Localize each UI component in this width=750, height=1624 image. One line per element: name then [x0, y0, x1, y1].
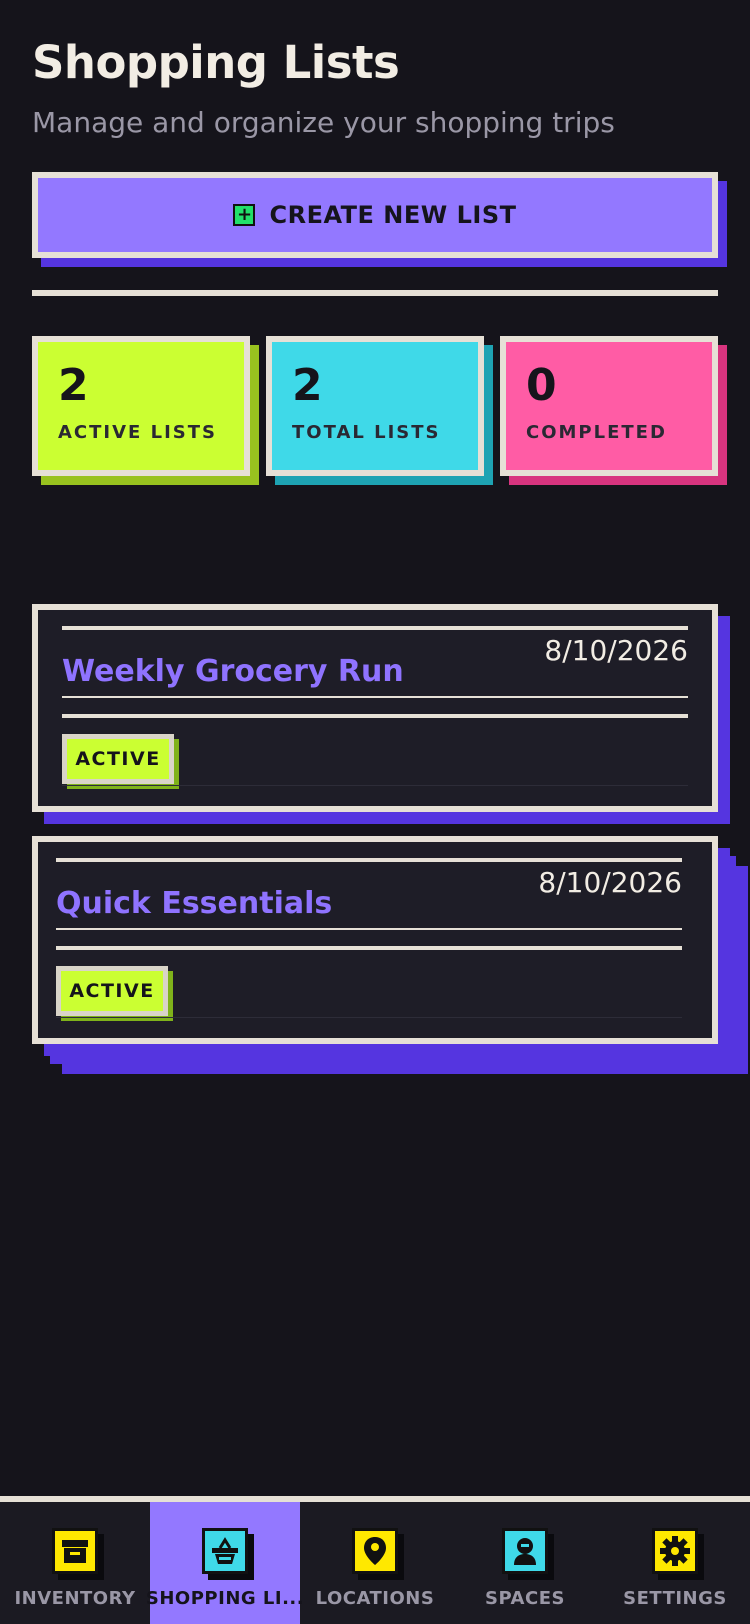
- nav-item-settings[interactable]: SETTINGS: [600, 1502, 750, 1624]
- stat-value: 2: [292, 360, 323, 411]
- stat-label: TOTAL LISTS: [292, 422, 441, 443]
- create-new-list-label: CREATE NEW LIST: [269, 201, 517, 229]
- card-rule: [56, 946, 682, 950]
- stat-value: 0: [526, 360, 557, 411]
- plus-square-icon: +: [233, 204, 256, 226]
- stat-label: ACTIVE LISTS: [58, 422, 217, 443]
- gear-icon: [652, 1528, 698, 1574]
- stat-label: COMPLETED: [526, 422, 667, 443]
- section-divider: [32, 290, 718, 296]
- nav-item-shopping-lists[interactable]: SHOPPING LI...: [146, 1502, 304, 1624]
- bottom-nav: INVENTORY SHOPPING LI... LOCATIONS SPACE…: [0, 1496, 750, 1624]
- page-title: Shopping Lists: [32, 36, 400, 89]
- basket-icon: [202, 1528, 248, 1574]
- nav-label: SPACES: [485, 1588, 565, 1609]
- card-rule: [56, 858, 682, 862]
- list-title: Weekly Grocery Run: [62, 654, 404, 689]
- status-badge: ACTIVE: [56, 966, 168, 1016]
- nav-item-locations[interactable]: LOCATIONS: [300, 1502, 450, 1624]
- nav-item-inventory[interactable]: INVENTORY: [0, 1502, 150, 1624]
- list-title: Quick Essentials: [56, 886, 333, 921]
- create-new-list-button[interactable]: + CREATE NEW LIST: [32, 172, 718, 258]
- archive-box-icon: [52, 1528, 98, 1574]
- nav-label: SETTINGS: [623, 1588, 727, 1609]
- stat-card-active-lists: 2 ACTIVE LISTS: [32, 336, 250, 476]
- card-rule: [56, 928, 682, 930]
- person-icon: [502, 1528, 548, 1574]
- nav-label: LOCATIONS: [315, 1588, 435, 1609]
- list-date: 8/10/2026: [544, 634, 688, 667]
- stat-card-total-lists: 2 TOTAL LISTS: [266, 336, 484, 476]
- nav-item-spaces[interactable]: SPACES: [450, 1502, 600, 1624]
- stat-card-completed: 0 COMPLETED: [500, 336, 718, 476]
- stat-value: 2: [58, 360, 89, 411]
- page-subtitle: Manage and organize your shopping trips: [32, 106, 615, 139]
- card-rule: [62, 785, 688, 786]
- card-rule: [62, 696, 688, 698]
- card-rule: [62, 714, 688, 718]
- card-rule: [62, 626, 688, 630]
- map-pin-icon: [352, 1528, 398, 1574]
- status-badge: ACTIVE: [62, 734, 174, 784]
- nav-label: INVENTORY: [14, 1588, 136, 1609]
- nav-label: SHOPPING LI...: [145, 1588, 305, 1609]
- list-card-quick-essentials[interactable]: Quick Essentials 8/10/2026 ACTIVE: [32, 836, 718, 1044]
- list-date: 8/10/2026: [538, 866, 682, 899]
- list-card-weekly-grocery-run[interactable]: Weekly Grocery Run 8/10/2026 ACTIVE: [32, 604, 718, 812]
- card-rule: [56, 1017, 682, 1018]
